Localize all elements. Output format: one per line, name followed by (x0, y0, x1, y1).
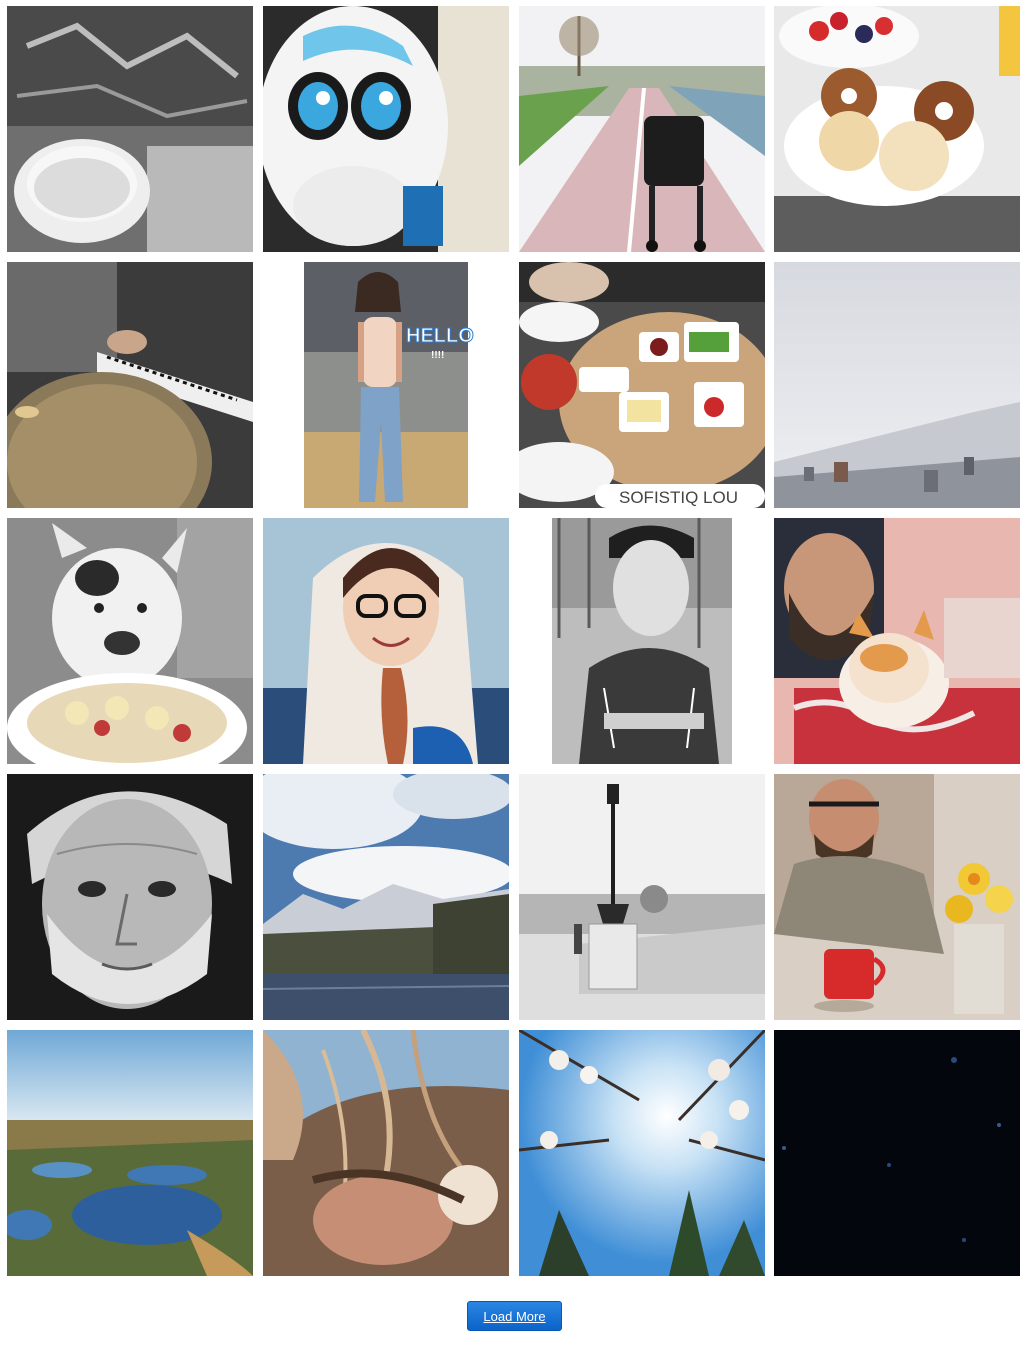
photo-man-with-cat (774, 518, 1020, 764)
hello-sticker-sub: !!!! (431, 350, 444, 361)
hello-sticker-text: HELLO (406, 325, 474, 347)
load-more-button[interactable]: Load More (467, 1301, 562, 1331)
photo-tile-3[interactable] (519, 6, 765, 252)
photo-breakfast-platter: SOFISTIQ LOU (519, 262, 765, 508)
photo-tile-14[interactable] (263, 774, 509, 1020)
photo-foggy-town (774, 262, 1020, 508)
photo-tile-1[interactable] (7, 6, 253, 252)
photo-red-mug-daffodils (774, 774, 1020, 1020)
photo-tile-8[interactable] (774, 262, 1020, 508)
photo-old-man-portrait (7, 774, 253, 1020)
photo-tile-18[interactable] (263, 1030, 509, 1276)
photo-dark-starry-sky (774, 1030, 1020, 1276)
photo-tile-4[interactable] (774, 6, 1020, 252)
photo-young-man-cap (519, 518, 765, 764)
photo-tile-17[interactable] (7, 1030, 253, 1276)
photo-unicorn-hood (263, 6, 509, 252)
photo-tile-13[interactable] (7, 774, 253, 1020)
photo-tile-6[interactable]: HELLO !!!! (263, 262, 509, 508)
photo-donuts-breakfast (774, 6, 1020, 252)
photo-tile-7[interactable]: SOFISTIQ LOU (519, 262, 765, 508)
photo-tile-15[interactable] (519, 774, 765, 1020)
photo-tile-5[interactable] (7, 262, 253, 508)
photo-mountains-lake (263, 774, 509, 1020)
photo-tile-12[interactable] (774, 518, 1020, 764)
platter-sticker-text: SOFISTIQ LOU (619, 488, 738, 507)
photo-tile-2[interactable] (263, 6, 509, 252)
photo-tile-20[interactable] (774, 1030, 1020, 1276)
photo-aerial-lake (7, 1030, 253, 1276)
photo-tile-11[interactable] (519, 518, 765, 764)
photo-cymbal-keyboard (7, 262, 253, 508)
photo-woman-hello: HELLO !!!! (263, 262, 509, 508)
photo-blossom-sky (519, 1030, 765, 1276)
photo-tile-10[interactable] (263, 518, 509, 764)
photo-windblown-hair (263, 1030, 509, 1276)
photo-coffee-cup (7, 6, 253, 252)
photo-girl-hoodie (263, 518, 509, 764)
photo-bridge-lamp-post (519, 774, 765, 1020)
photo-bulldog-oatmeal (7, 518, 253, 764)
photo-tile-19[interactable] (519, 1030, 765, 1276)
photo-tile-9[interactable] (7, 518, 253, 764)
photo-tile-16[interactable] (774, 774, 1020, 1020)
photo-stroller-path (519, 6, 765, 252)
